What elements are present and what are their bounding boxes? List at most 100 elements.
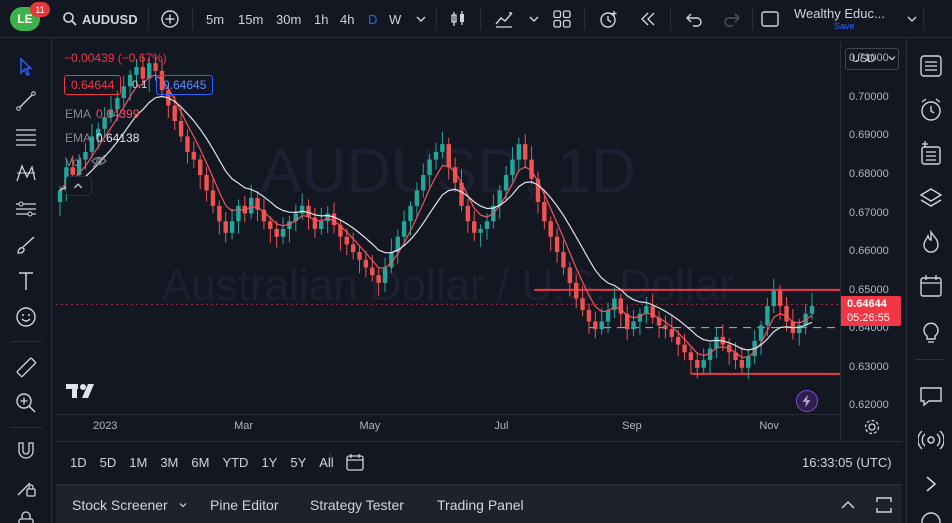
symbol-search-button[interactable]: AUDUSD — [62, 0, 138, 38]
sell-price-button[interactable]: 0.64644 — [64, 75, 122, 95]
pattern-icon[interactable] — [14, 161, 38, 185]
interval-4h[interactable]: 4h — [340, 0, 354, 38]
tab-pine-editor[interactable]: Pine Editor — [210, 485, 278, 523]
candle-body — [350, 244, 356, 253]
play-icon[interactable] — [918, 471, 944, 497]
volume-label[interactable]: Vol — [65, 155, 82, 169]
eye-hidden-icon[interactable] — [90, 153, 108, 169]
candle-body — [746, 356, 751, 368]
cursor-icon[interactable] — [14, 55, 38, 79]
indicators-icon[interactable] — [494, 9, 514, 29]
bottom-panel-tabs: Stock Screener Pine Editor Strategy Test… — [56, 484, 902, 523]
chevron-up-icon[interactable] — [838, 495, 858, 515]
alert-clock-icon[interactable] — [598, 9, 618, 29]
period-5d[interactable]: 5D — [100, 455, 117, 470]
tab-stock-screener[interactable]: Stock Screener — [72, 485, 188, 523]
undo-icon[interactable] — [684, 9, 704, 29]
period-6m[interactable]: 6M — [191, 455, 209, 470]
time-tick: Sep — [622, 420, 642, 432]
interval-d[interactable]: D — [368, 0, 377, 38]
notifications-icon[interactable] — [918, 509, 944, 523]
time-axis[interactable]: 2023 Mar May Jul Sep Nov — [56, 414, 840, 440]
candle-body — [370, 267, 375, 276]
lightning-icon[interactable] — [796, 390, 818, 412]
ruler-icon[interactable] — [14, 355, 38, 379]
compare-add-icon[interactable] — [160, 9, 180, 29]
period-5y[interactable]: 5Y — [290, 455, 306, 470]
right-sidebar — [906, 39, 952, 523]
price-tick: 0.65000 — [849, 283, 889, 296]
alarm-clock-icon[interactable] — [918, 97, 944, 123]
calendar-icon[interactable] — [918, 273, 944, 299]
period-1y[interactable]: 1Y — [261, 455, 277, 470]
chart-canvas[interactable]: AUDUSD, 1D Australian Dollar / U.S. Doll… — [56, 42, 840, 414]
redo-icon[interactable] — [722, 9, 742, 29]
candle-body — [758, 325, 764, 341]
candle-body — [268, 221, 273, 229]
candle-body — [408, 205, 413, 222]
price-chart[interactable]: AUDUSD, 1D Australian Dollar / U.S. Doll… — [56, 42, 840, 414]
brush-icon[interactable] — [14, 233, 38, 257]
tab-strategy-tester[interactable]: Strategy Tester — [310, 485, 404, 523]
data-window-icon[interactable] — [918, 141, 944, 167]
hotlist-flame-icon[interactable] — [918, 229, 944, 255]
go-to-date-icon[interactable] — [344, 451, 366, 473]
spread-value: 0.1 — [132, 79, 148, 91]
fullscreen-box-icon[interactable] — [760, 9, 780, 29]
candle-body — [344, 236, 349, 245]
settings-gear-icon[interactable] — [863, 418, 881, 436]
candle-body — [510, 159, 515, 175]
tab-trading-panel[interactable]: Trading Panel — [437, 485, 524, 523]
trend-line-icon[interactable] — [14, 89, 38, 113]
price-axis[interactable]: USD 0.71000 0.70000 0.69000 0.68000 0.67000 0… — [840, 42, 902, 440]
layers-icon[interactable] — [918, 185, 944, 211]
lock-drawing-icon[interactable] — [14, 475, 38, 499]
period-3m[interactable]: 3M — [160, 455, 178, 470]
interval-30m[interactable]: 30m — [276, 0, 301, 38]
watchlist-icon[interactable] — [918, 53, 944, 79]
price-tick: 0.71000 — [849, 52, 889, 65]
candle-body — [319, 221, 324, 229]
fib-retracement-icon[interactable] — [14, 125, 38, 149]
interval-1h[interactable]: 1h — [314, 0, 328, 38]
candle-body — [765, 306, 770, 326]
candles-icon[interactable] — [448, 9, 468, 29]
candle-body — [669, 329, 674, 337]
ema2-label[interactable]: EMA — [65, 131, 91, 145]
streams-icon[interactable] — [917, 427, 945, 453]
layout-name[interactable]: Wealthy Educ... — [794, 6, 885, 21]
utc-clock[interactable]: 16:33:05 (UTC) — [802, 442, 892, 482]
forecast-icon[interactable] — [14, 197, 38, 221]
lock-icon[interactable] — [14, 509, 38, 523]
interval-15m[interactable]: 15m — [238, 0, 263, 38]
zoom-in-icon[interactable] — [14, 391, 38, 415]
period-all[interactable]: All — [319, 455, 333, 470]
chat-icon[interactable] — [918, 383, 944, 409]
ema1-label[interactable]: EMA — [65, 107, 91, 121]
chevron-down-icon[interactable] — [411, 9, 426, 29]
save-button[interactable]: Save — [834, 20, 855, 32]
layout-grid-icon[interactable] — [552, 9, 572, 29]
tradingview-logo-icon[interactable] — [66, 382, 100, 400]
magnet-icon[interactable] — [14, 439, 38, 463]
interval-w[interactable]: W — [389, 0, 401, 38]
emoji-icon[interactable] — [14, 305, 38, 329]
period-1d[interactable]: 1D — [70, 455, 87, 470]
buy-price-button[interactable]: 0.64645 — [156, 75, 214, 95]
period-ytd[interactable]: YTD — [222, 455, 248, 470]
text-icon[interactable] — [14, 269, 38, 293]
candle-body — [542, 201, 547, 222]
chevron-down-icon[interactable] — [902, 9, 917, 29]
candle-body — [299, 205, 305, 214]
ideas-lightbulb-icon[interactable] — [918, 319, 944, 345]
interval-5m[interactable]: 5m — [206, 0, 224, 38]
maximize-panel-icon[interactable] — [874, 495, 894, 515]
candle-body — [574, 282, 579, 299]
candle-body — [178, 121, 184, 137]
collapse-legend-chevron-icon[interactable] — [66, 176, 92, 196]
replay-icon[interactable] — [638, 9, 658, 29]
chevron-down-icon[interactable] — [524, 9, 539, 29]
candle-body — [548, 221, 553, 237]
period-1m[interactable]: 1M — [129, 455, 147, 470]
candle-body — [478, 228, 483, 233]
